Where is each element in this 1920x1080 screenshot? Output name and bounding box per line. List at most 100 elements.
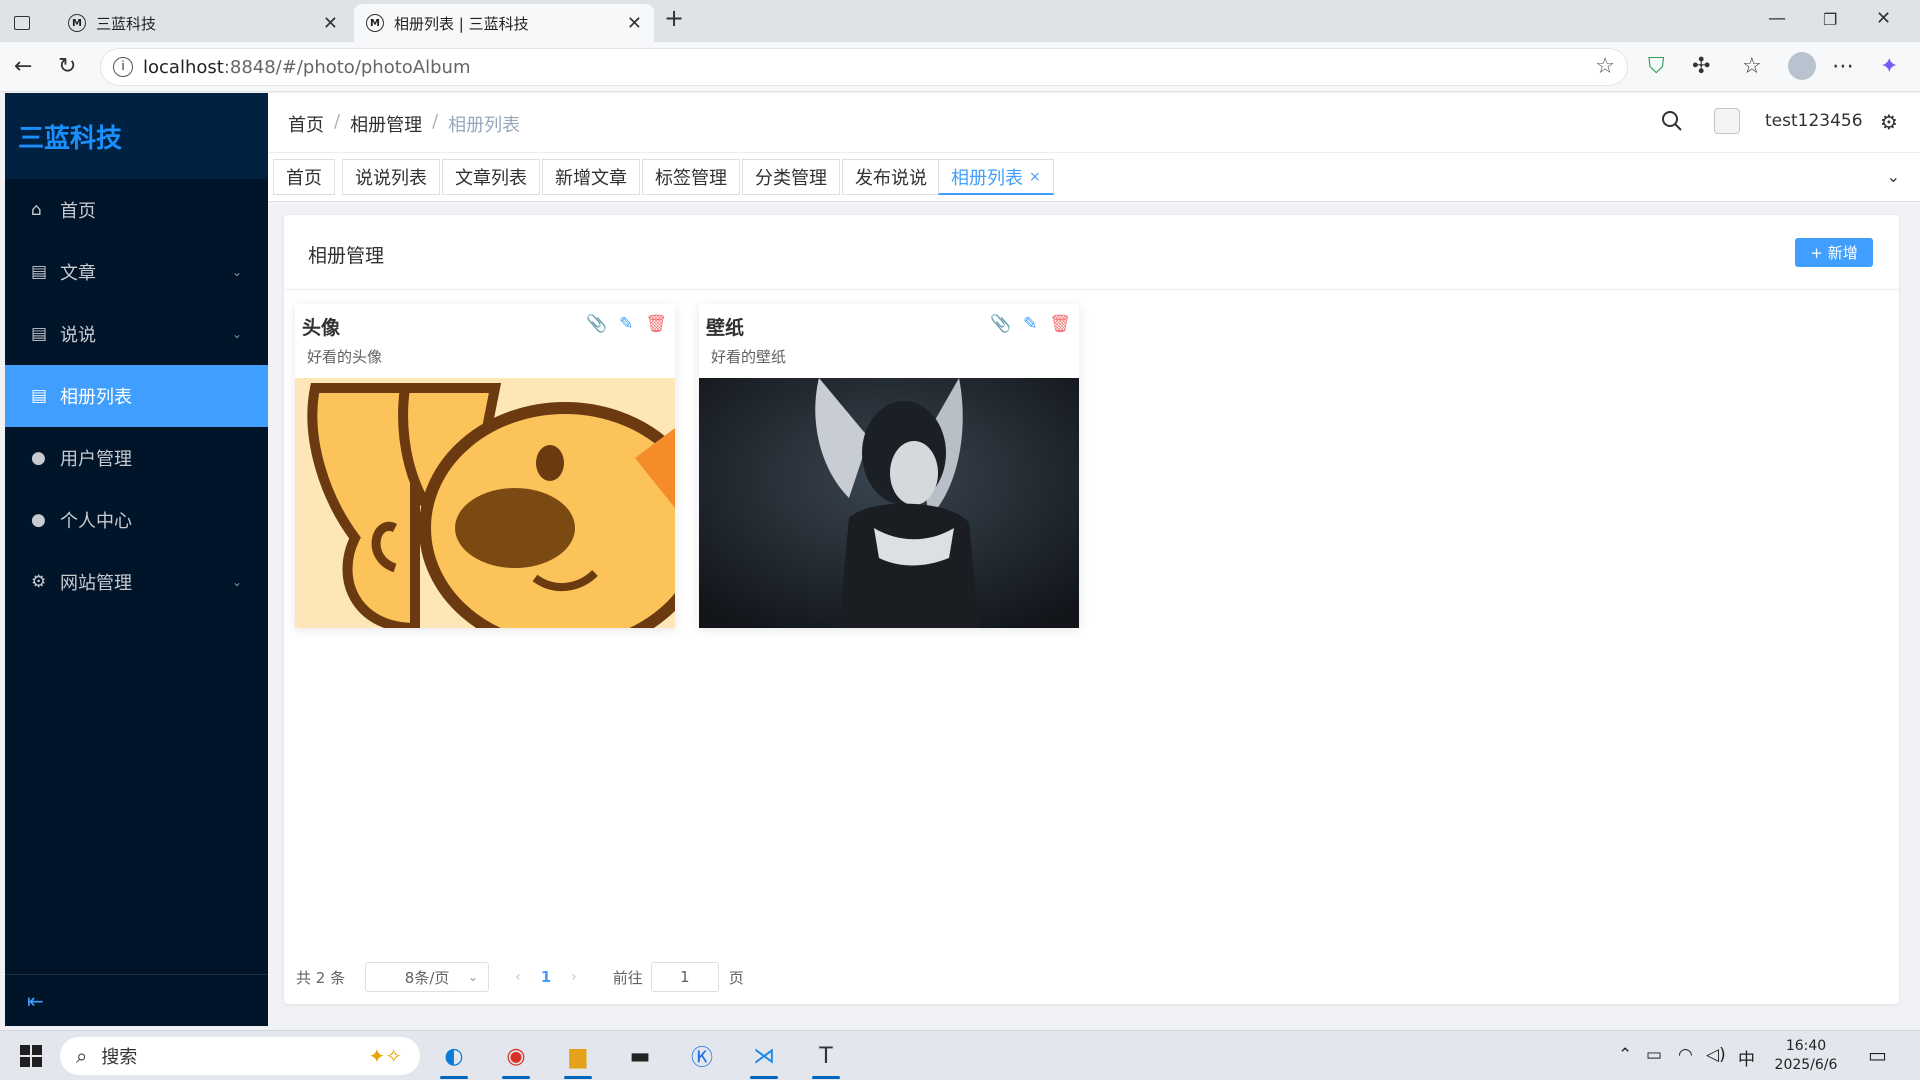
- page-size-select[interactable]: 8条/页 ⌄: [365, 962, 490, 992]
- chevron-down-icon[interactable]: ⌄: [1887, 167, 1900, 186]
- breadcrumb-item[interactable]: 首页: [288, 111, 324, 137]
- favorite-star-icon[interactable]: ☆: [1595, 54, 1615, 79]
- url-host: localhost: [143, 56, 224, 78]
- sidebar-item-profile[interactable]: ● 个人中心: [5, 489, 268, 551]
- sidebar-item-talk[interactable]: ▤ 说说 ⌄: [5, 303, 268, 365]
- browser-tab-2[interactable]: M 相册列表 | 三蓝科技 ✕: [354, 4, 654, 42]
- profile-avatar[interactable]: [1788, 52, 1816, 80]
- close-tab-icon[interactable]: ✕: [323, 13, 338, 34]
- breadcrumb-item[interactable]: 相册管理: [350, 111, 422, 137]
- shield-extension-icon[interactable]: ⛉: [1648, 54, 1665, 79]
- chevron-down-icon: ⌄: [231, 327, 242, 341]
- wifi-icon[interactable]: ◠: [1678, 1045, 1693, 1065]
- reload-icon[interactable]: ↻: [58, 54, 76, 79]
- tag-publish-talk[interactable]: 发布说说: [842, 159, 940, 195]
- album-actions: 📎 ✎ 🗑: [990, 314, 1071, 334]
- breadcrumb-separator: /: [432, 111, 439, 132]
- card-header: 相册管理 + 新增: [284, 215, 1899, 290]
- sidebar-item-label: 相册列表: [60, 387, 132, 408]
- next-page-icon[interactable]: ›: [571, 969, 577, 985]
- tag-tag-manage[interactable]: 标签管理: [642, 159, 740, 195]
- battery-icon[interactable]: ▭: [1646, 1045, 1662, 1065]
- back-icon[interactable]: ←: [14, 54, 32, 79]
- paperclip-upload-icon[interactable]: 📎: [990, 314, 1011, 334]
- site-info-icon[interactable]: i: [113, 57, 133, 77]
- tag-article-list[interactable]: 文章列表: [442, 159, 540, 195]
- taskbar-search-placeholder: 搜索: [101, 1047, 138, 1068]
- terminal-icon[interactable]: ▬: [620, 1038, 660, 1074]
- system-clock[interactable]: 16:40 2025/6/6: [1764, 1037, 1848, 1075]
- document-icon: ▤: [31, 262, 48, 282]
- close-window-icon[interactable]: ✕: [1876, 8, 1891, 29]
- tag-album-list[interactable]: 相册列表 ×: [938, 159, 1054, 195]
- add-album-button[interactable]: + 新增: [1795, 238, 1873, 267]
- minimize-icon[interactable]: —: [1768, 8, 1786, 29]
- close-tag-icon[interactable]: ×: [1029, 169, 1041, 185]
- windows-taskbar: ⌕ 搜索 ✦✧ ◐ ◉ ▆ ▬ Ⓚ ⋊ T ⌃ ▭ ◠ ◁) 中 16:40 2…: [0, 1030, 1920, 1080]
- tag-home[interactable]: 首页: [273, 159, 335, 195]
- edit-icon[interactable]: ✎: [1023, 314, 1037, 334]
- paperclip-upload-icon[interactable]: 📎: [586, 314, 607, 334]
- delete-trash-icon[interactable]: 🗑: [645, 314, 667, 334]
- app-logo[interactable]: 三蓝科技: [5, 93, 268, 179]
- album-description: 好看的头像: [307, 348, 383, 366]
- tag-label: 文章列表: [455, 168, 527, 189]
- album-card[interactable]: 壁纸 📎 ✎ 🗑 好看的壁纸: [699, 304, 1079, 628]
- volume-icon[interactable]: ◁): [1706, 1045, 1726, 1065]
- notification-icon[interactable]: ▭: [1868, 1043, 1887, 1067]
- new-tab-icon[interactable]: +: [664, 4, 684, 32]
- album-cover-image[interactable]: [295, 378, 675, 628]
- goto-page-input[interactable]: 1: [650, 962, 719, 992]
- avatar[interactable]: [1714, 108, 1740, 134]
- delete-trash-icon[interactable]: 🗑: [1049, 314, 1071, 334]
- tab-title: 三蓝科技: [96, 14, 157, 33]
- sidebar-item-site-settings[interactable]: ⚙ 网站管理 ⌄: [5, 551, 268, 613]
- tag-new-article[interactable]: 新增文章: [542, 159, 640, 195]
- windows-start-icon[interactable]: [20, 1045, 42, 1067]
- settings-gear-icon[interactable]: ⚙: [1880, 110, 1898, 134]
- sidebar-item-users[interactable]: ● 用户管理: [5, 427, 268, 489]
- vscode-icon[interactable]: ⋊: [744, 1038, 784, 1079]
- show-hidden-icons-icon[interactable]: ⌃: [1618, 1045, 1632, 1065]
- pagination: 共 2 条 8条/页 ⌄ ‹ 1 › 前往 1 页: [296, 962, 744, 992]
- address-bar-row: ← ↻ i localhost:8848/#/photo/photoAlbum …: [0, 42, 1920, 92]
- ime-indicator[interactable]: 中: [1738, 1045, 1755, 1070]
- url-field[interactable]: i localhost:8848/#/photo/photoAlbum ☆: [100, 48, 1628, 86]
- album-cover-image[interactable]: [699, 378, 1079, 628]
- album-card[interactable]: 头像 📎 ✎ 🗑 好看的头像: [295, 304, 675, 628]
- page-number[interactable]: 1: [541, 968, 551, 986]
- tab-actions-icon[interactable]: [14, 4, 34, 42]
- sidebar-item-album-list[interactable]: ▤ 相册列表: [5, 365, 268, 427]
- more-menu-icon[interactable]: ⋯: [1832, 54, 1854, 79]
- favorites-icon[interactable]: ☆: [1742, 54, 1762, 79]
- file-explorer-icon[interactable]: ▆: [558, 1038, 598, 1079]
- taskbar-search-input[interactable]: ⌕ 搜索 ✦✧: [60, 1037, 420, 1075]
- close-tab-icon[interactable]: ✕: [627, 13, 642, 34]
- restore-icon[interactable]: ❐: [1823, 10, 1837, 29]
- search-icon[interactable]: [1660, 109, 1684, 133]
- edit-icon[interactable]: ✎: [619, 314, 633, 334]
- tag-label: 分类管理: [755, 168, 827, 189]
- prev-page-icon[interactable]: ‹: [515, 969, 521, 985]
- tag-label: 标签管理: [655, 168, 727, 189]
- sidebar-item-article[interactable]: ▤ 文章 ⌄: [5, 241, 268, 303]
- copilot-sparkle-icon: ✦✧: [368, 1044, 402, 1068]
- sidebar-item-label: 用户管理: [60, 449, 132, 470]
- sidebar-item-home[interactable]: ⌂ 首页: [5, 179, 268, 241]
- k-app-icon[interactable]: Ⓚ: [682, 1038, 722, 1074]
- collapse-sidebar-icon[interactable]: ⇤: [5, 974, 268, 1026]
- extensions-puzzle-icon[interactable]: ✣: [1692, 54, 1710, 79]
- username[interactable]: test123456: [1765, 111, 1863, 131]
- edge-browser-icon[interactable]: ◐: [434, 1038, 474, 1079]
- pagination-total: 共 2 条: [296, 968, 346, 987]
- copilot-icon[interactable]: ✦: [1880, 54, 1898, 79]
- search-icon: ⌕: [76, 1044, 88, 1068]
- sidebar-item-label: 网站管理: [60, 573, 132, 594]
- typora-icon[interactable]: T: [806, 1038, 846, 1079]
- chrome-browser-icon[interactable]: ◉: [496, 1038, 536, 1079]
- browser-tab-1[interactable]: M 三蓝科技 ✕: [56, 4, 350, 42]
- tag-category-manage[interactable]: 分类管理: [742, 159, 840, 195]
- tag-talk-list[interactable]: 说说列表: [342, 159, 440, 195]
- album-description: 好看的壁纸: [711, 348, 787, 366]
- browser-tab-bar: M 三蓝科技 ✕ M 相册列表 | 三蓝科技 ✕ + — ❐ ✕: [0, 0, 1920, 42]
